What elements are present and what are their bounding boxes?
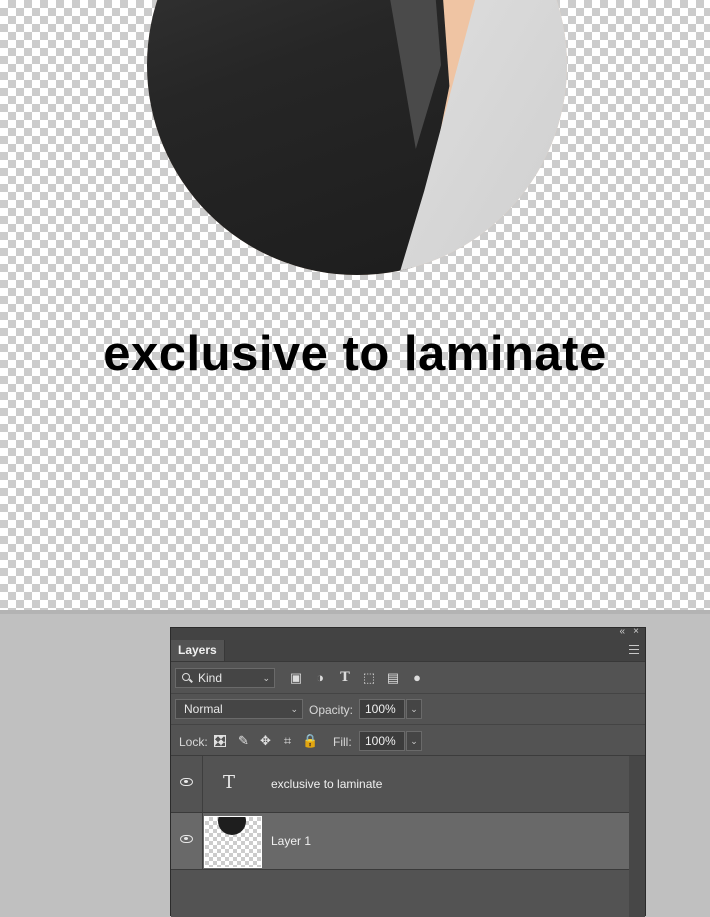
- shape-layer-filter-icon[interactable]: ⬚: [361, 670, 377, 686]
- lock-artboard-icon[interactable]: ⌗: [280, 733, 295, 748]
- type-layer-filter-icon[interactable]: T: [337, 670, 353, 686]
- layer-name[interactable]: exclusive to laminate: [271, 777, 382, 791]
- filter-kind-dropdown[interactable]: Kind ⌄: [175, 668, 275, 688]
- layer-filter-row: Kind ⌄ ▣ ◑ T ⬚ ▤ ●: [171, 663, 645, 694]
- thumbnail-art: [218, 817, 246, 835]
- collapse-panel-icon[interactable]: «: [619, 626, 625, 637]
- visibility-eye-icon[interactable]: [180, 778, 193, 786]
- blend-mode-value: Normal: [184, 702, 223, 716]
- tab-layers[interactable]: Layers: [171, 640, 225, 661]
- layer-thumbnail[interactable]: [204, 816, 262, 868]
- filter-kind-label: Kind: [198, 671, 223, 685]
- layer-list-scrollbar[interactable]: [629, 756, 645, 917]
- lock-paint-icon[interactable]: ✎: [236, 733, 251, 748]
- fill-slider-button[interactable]: ⌄: [406, 731, 422, 751]
- adjustment-layer-filter-icon[interactable]: ◑: [312, 670, 328, 686]
- panel-header-bar[interactable]: « ×: [171, 626, 645, 640]
- lock-row: Lock: ✎ ✥ ⌗ 🔒 Fill: 100% ⌄: [171, 725, 645, 756]
- visibility-divider: [202, 813, 203, 870]
- circular-photo: [147, 0, 567, 275]
- canvas-edge: [0, 610, 710, 614]
- opacity-field[interactable]: 100%: [359, 699, 405, 719]
- blend-mode-dropdown[interactable]: Normal ⌄: [175, 699, 303, 719]
- close-panel-icon[interactable]: ×: [633, 626, 639, 637]
- filter-toggle-icon[interactable]: ●: [409, 670, 425, 686]
- search-icon: [182, 673, 190, 681]
- opacity-label: Opacity:: [309, 703, 354, 717]
- blend-row: Normal ⌄ Opacity: 100% ⌄: [171, 694, 645, 725]
- lock-transparency-icon[interactable]: [214, 735, 226, 747]
- layer-list: T exclusive to laminate Layer 1: [171, 756, 629, 917]
- canvas-text-layer[interactable]: exclusive to laminate: [0, 326, 710, 382]
- visibility-divider: [202, 756, 203, 813]
- fill-label: Fill:: [333, 735, 352, 749]
- pixel-layer-filter-icon[interactable]: ▣: [288, 670, 304, 686]
- opacity-slider-button[interactable]: ⌄: [406, 699, 422, 719]
- chevron-down-icon: ⌄: [262, 673, 270, 683]
- lock-label: Lock:: [179, 735, 208, 749]
- lock-all-icon[interactable]: 🔒: [302, 733, 318, 748]
- layer-row-layer-1[interactable]: Layer 1: [171, 813, 629, 870]
- chevron-down-icon: ⌄: [290, 704, 298, 714]
- visibility-eye-icon[interactable]: [180, 835, 193, 843]
- panel-tab-bar: Layers: [171, 640, 645, 662]
- type-layer-icon: T: [223, 772, 236, 793]
- lock-position-icon[interactable]: ✥: [258, 733, 273, 748]
- layer-row-text[interactable]: T exclusive to laminate: [171, 756, 629, 813]
- layer-name[interactable]: Layer 1: [271, 834, 311, 848]
- fill-field[interactable]: 100%: [359, 731, 405, 751]
- document-canvas[interactable]: exclusive to laminate: [0, 0, 710, 610]
- layers-panel: « × Layers Kind ⌄ ▣ ◑ T ⬚ ▤ ● Normal ⌄ O…: [170, 626, 646, 917]
- smart-object-filter-icon[interactable]: ▤: [385, 670, 401, 686]
- panel-menu-icon[interactable]: [629, 645, 639, 654]
